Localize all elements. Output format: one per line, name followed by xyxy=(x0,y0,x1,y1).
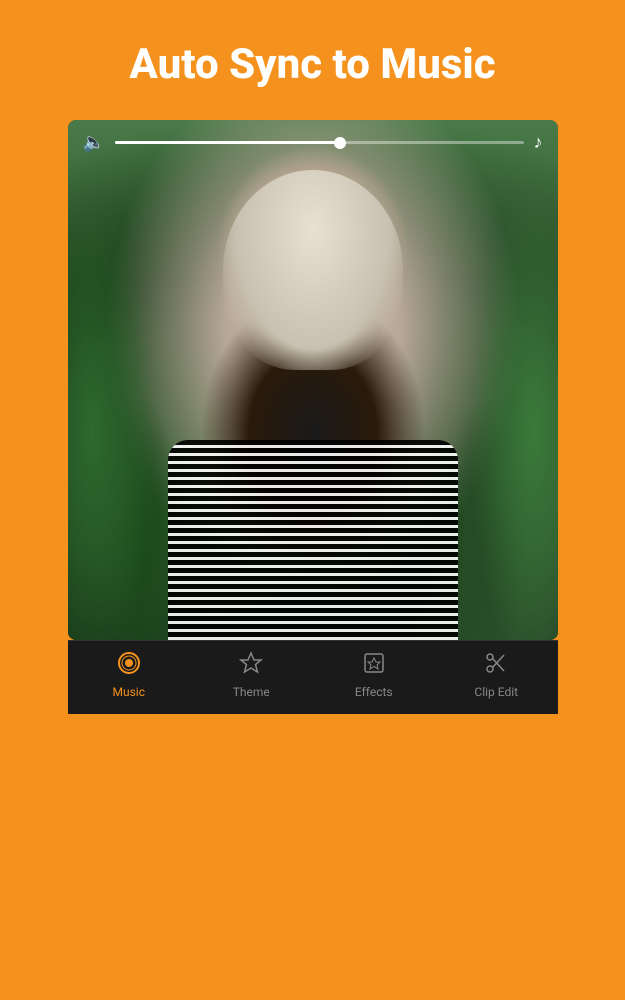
music-nav-label: Music xyxy=(113,685,145,699)
music-nav-icon xyxy=(117,651,141,681)
progress-thumb xyxy=(334,137,346,149)
effects-nav-label: Effects xyxy=(355,685,393,699)
progress-bar[interactable] xyxy=(115,141,524,144)
theme-nav-label: Theme xyxy=(233,685,270,699)
nav-item-clip-edit[interactable]: Clip Edit xyxy=(435,651,558,699)
nav-item-theme[interactable]: Theme xyxy=(190,651,313,699)
shirt-overlay xyxy=(168,440,458,640)
clip-edit-nav-icon xyxy=(484,651,508,681)
header: Auto Sync to Music xyxy=(0,0,625,120)
bottom-nav: Music Theme Effects Cli xyxy=(68,640,558,714)
progress-fill xyxy=(115,141,340,144)
nav-item-effects[interactable]: Effects xyxy=(313,651,436,699)
effects-nav-icon xyxy=(362,651,386,681)
video-background xyxy=(68,120,558,640)
video-player: 🔈 ♪ ⊘ None ♪ local music xyxy=(68,120,558,640)
clip-edit-nav-label: Clip Edit xyxy=(474,685,518,699)
volume-icon[interactable]: 🔈 xyxy=(83,132,105,153)
video-controls: 🔈 ♪ xyxy=(68,120,558,165)
nav-item-music[interactable]: Music xyxy=(68,651,191,699)
page-title: Auto Sync to Music xyxy=(30,40,595,90)
hair-overlay xyxy=(223,170,403,370)
music-note-icon: ♪ xyxy=(534,132,543,153)
theme-nav-icon xyxy=(239,651,263,681)
